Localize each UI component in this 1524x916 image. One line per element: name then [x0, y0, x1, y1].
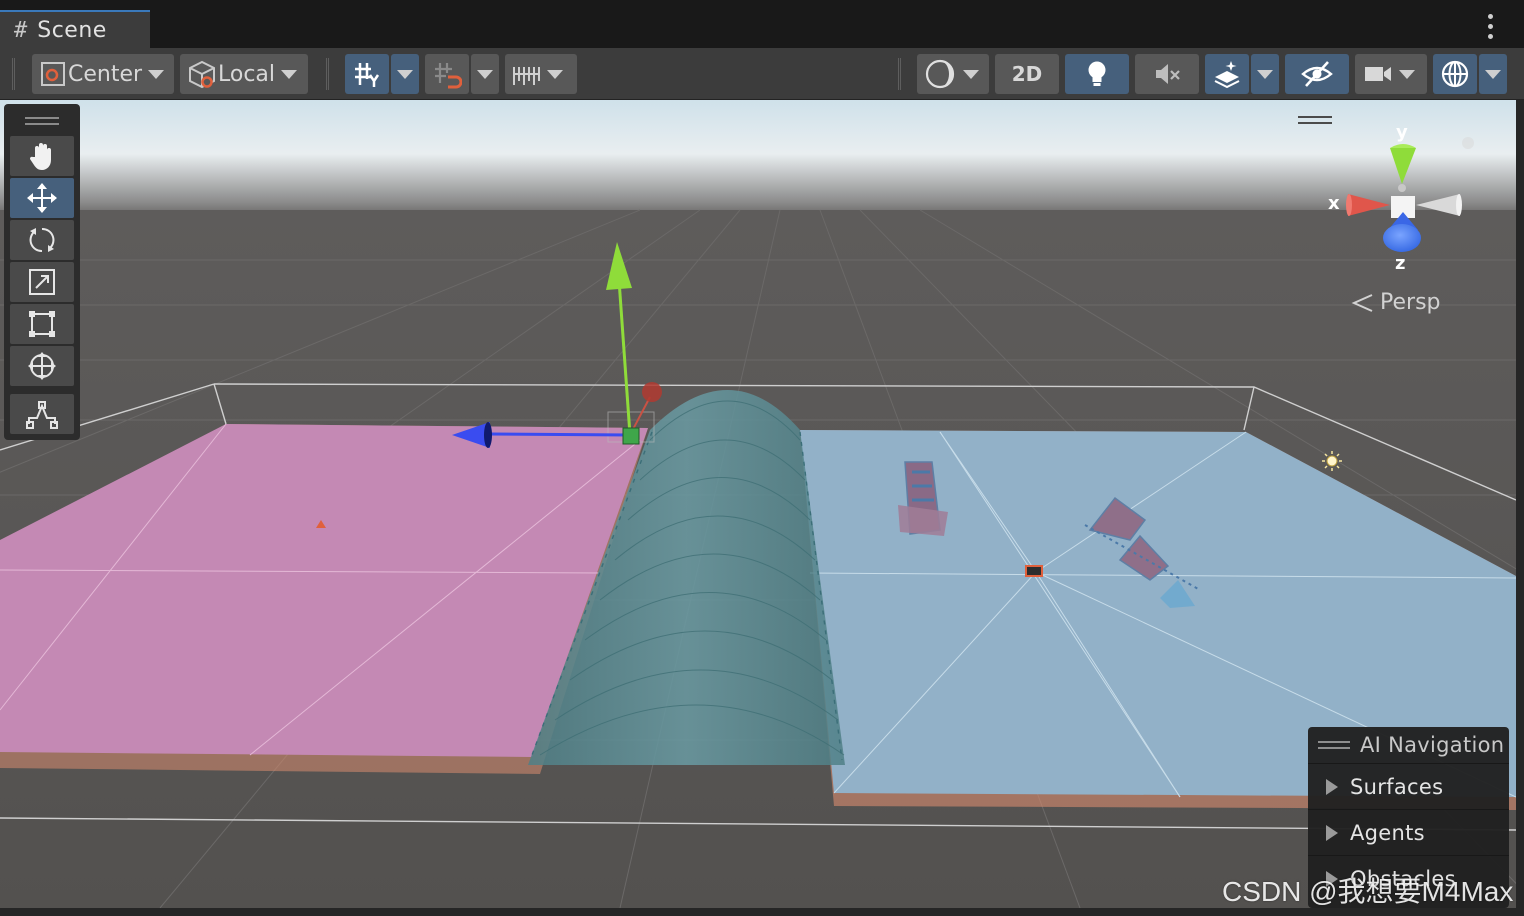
- tab-label: Scene: [37, 17, 107, 43]
- transform-tool-button[interactable]: [10, 346, 74, 386]
- grid-y-icon: [355, 63, 380, 87]
- scene-canvas[interactable]: [0, 100, 1516, 908]
- local-cube-icon: [189, 60, 215, 89]
- video-camera-icon: [1365, 67, 1391, 81]
- draw-mode-dropdown[interactable]: [917, 54, 989, 94]
- expand-arrow-icon: [1326, 778, 1338, 795]
- camera-settings-dropdown[interactable]: [1355, 54, 1427, 94]
- custom-editor-tool-button[interactable]: [10, 394, 74, 434]
- effects-dropdown[interactable]: [1251, 54, 1279, 94]
- pivot-rotation-label: Local: [218, 61, 276, 87]
- scale-icon: [29, 269, 55, 295]
- skybox: [0, 100, 1516, 220]
- viewport-border-right: [1516, 100, 1524, 916]
- move-tool-button[interactable]: [10, 178, 74, 218]
- scene-viewport[interactable]: [0, 100, 1516, 908]
- rotate-tool-button[interactable]: [10, 220, 74, 260]
- window-tab-strip: # Scene: [0, 0, 1524, 48]
- watermark: CSDN @我想要M4Max: [1222, 876, 1514, 907]
- ai-navigation-item-label: Surfaces: [1350, 774, 1444, 799]
- scene-lighting-toggle[interactable]: [1065, 54, 1129, 94]
- navmesh-link-tool-icon: [26, 401, 58, 429]
- rect-transform-icon: [29, 311, 55, 337]
- scene-visibility-toggle[interactable]: [1285, 54, 1349, 94]
- hand-tool-button[interactable]: [10, 136, 74, 176]
- toolbar-separator: [898, 58, 901, 90]
- grid-plane-dropdown[interactable]: [391, 54, 419, 94]
- shading-sphere-icon: [925, 59, 955, 89]
- grid-snap-toggle[interactable]: [425, 54, 469, 94]
- more-options-icon[interactable]: [1488, 14, 1494, 39]
- rotate-icon: [29, 227, 55, 253]
- projection-label: Persp: [1380, 290, 1441, 315]
- grid-snapping-toggle[interactable]: [345, 54, 389, 94]
- pivot-center-icon: [41, 62, 65, 86]
- tab-scene[interactable]: # Scene: [0, 10, 150, 48]
- ai-navigation-item-agents[interactable]: Agents: [1308, 809, 1509, 855]
- z-axis-handle[interactable]: [489, 432, 631, 437]
- projection-toggle[interactable]: Persp: [1350, 290, 1441, 315]
- gizmos-toggle[interactable]: [1433, 54, 1477, 94]
- grid-snap-dropdown[interactable]: [471, 54, 499, 94]
- ai-navigation-item-surfaces[interactable]: Surfaces: [1308, 763, 1509, 809]
- nav-agent-marker: [1025, 565, 1043, 577]
- hash-icon: #: [14, 17, 28, 43]
- increment-snap-dropdown[interactable]: [505, 54, 577, 94]
- move-arrows-icon: [27, 183, 57, 213]
- ai-navigation-header[interactable]: AI Navigation: [1308, 727, 1509, 763]
- x-axis-handle[interactable]: [642, 382, 662, 402]
- toggle-2d-button[interactable]: 2D: [995, 54, 1059, 94]
- tools-overlay: [4, 104, 80, 440]
- pivot-rotation-dropdown[interactable]: Local: [180, 54, 308, 94]
- ruler-snap-icon: [513, 67, 540, 85]
- ai-navigation-item-label: Agents: [1350, 820, 1425, 845]
- mute-speaker-icon: [1156, 64, 1180, 84]
- toolbar-grip[interactable]: [12, 58, 15, 90]
- perspective-icon: [1351, 293, 1373, 312]
- effects-layers-icon: [1214, 61, 1240, 89]
- pivot-mode-dropdown[interactable]: Center: [32, 54, 174, 94]
- hand-icon: [29, 143, 51, 170]
- scene-toolbar: Center Local 2D: [0, 48, 1524, 100]
- directional-light-icon: [1322, 451, 1342, 471]
- scene-audio-toggle[interactable]: [1135, 54, 1199, 94]
- transform-all-icon: [28, 352, 56, 380]
- hidden-eye-icon: [1301, 61, 1333, 87]
- rect-tool-button[interactable]: [10, 304, 74, 344]
- scale-tool-button[interactable]: [10, 262, 74, 302]
- center-handle[interactable]: [622, 427, 640, 445]
- expand-arrow-icon: [1326, 824, 1338, 841]
- gizmo-y-label: y: [1396, 122, 1408, 143]
- pivot-mode-label: Center: [68, 61, 143, 87]
- tools-grip[interactable]: [10, 108, 74, 134]
- gizmos-dropdown[interactable]: [1479, 54, 1507, 94]
- effects-toggle[interactable]: [1205, 54, 1249, 94]
- lightbulb-icon: [1088, 61, 1106, 86]
- drag-handle-icon[interactable]: [1318, 741, 1350, 749]
- grid-snap-magnet-icon: [435, 63, 462, 89]
- toolbar-separator: [326, 58, 329, 90]
- gizmo-x-label: x: [1328, 193, 1340, 214]
- ai-navigation-title: AI Navigation: [1360, 733, 1505, 757]
- gizmos-globe-icon: [1441, 60, 1469, 88]
- gizmo-z-label: z: [1395, 253, 1406, 274]
